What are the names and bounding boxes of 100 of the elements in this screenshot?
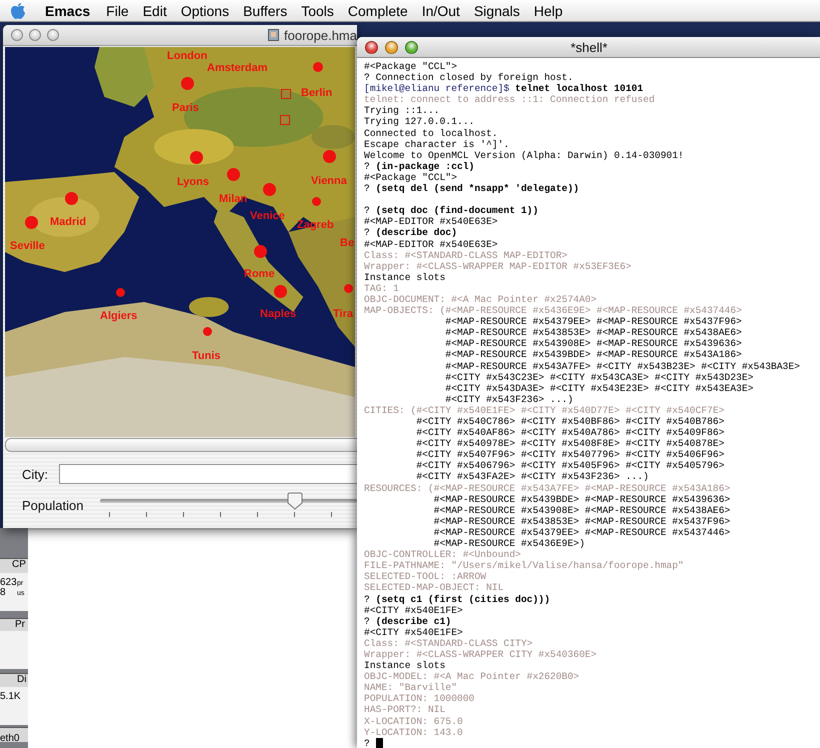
command-text: (in-package :ccl) <box>376 160 474 172</box>
city-label: London <box>167 50 208 62</box>
repl-prompt: ? <box>364 183 370 194</box>
output-line: OBJC-MODEL: #<A Mac Pointer #x2620B0> <box>364 671 580 682</box>
field-label: City: <box>22 466 48 482</box>
slot-value: #<MAP-RESOURCE #x543853E> #<MAP-RESOURCE #x5438AE6> <box>444 327 743 338</box>
slot-value: #<MAP-RESOURCE #x54379EE> #<MAP-RESOURCE #x5437446> <box>432 526 732 538</box>
city-label: Tira <box>333 308 353 320</box>
repl-prompt: ? <box>364 616 370 627</box>
slot-value: #<MAP-RESOURCE #x5439BDE> #<MAP-RESOURCE #x543A186> <box>444 349 743 361</box>
city-label: Algiers <box>100 310 138 322</box>
slot-value: #<CITY #x543FA2E> #<CITY #x543F236> ...) <box>415 471 650 483</box>
menu-item[interactable]: Complete <box>340 2 415 18</box>
slot-name: RESOURCES: <box>364 482 422 494</box>
slot-value: (#<MAP-RESOURCE #x5436E9E> #<MAP-RESOURCE #x5437446> <box>440 305 742 316</box>
slot-value: #<CITY #x5407F96> #<CITY #x5407796> #<CITY #x5406F96> <box>415 449 726 460</box>
city-label: Amsterdam <box>207 62 268 74</box>
close-button[interactable] <box>365 40 378 54</box>
slot-name: MAP-OBJECTS: <box>364 305 434 316</box>
output-line: Connected to localhost. <box>364 128 499 139</box>
document-icon <box>268 29 279 41</box>
shell-prompt: [mikel@elianu reference]$ <box>364 83 510 94</box>
menu-item[interactable]: File <box>99 2 136 18</box>
monitor-label: Pr <box>15 619 25 630</box>
slot-value: (#<CITY #x540E1FE> #<CITY #x540D77E> #<CITY #x540CF7E> <box>410 404 724 416</box>
output-line: #<MAP-EDITOR #x540E63E> <box>364 216 499 228</box>
slider-label: Population <box>22 498 84 512</box>
city-label: Madrid <box>50 216 86 228</box>
window-title: *shell* <box>570 40 608 54</box>
population-slider[interactable] <box>100 492 357 518</box>
command-text: (setq c1 (first (cities doc))) <box>376 594 550 604</box>
output-line: X-LOCATION: 675.0 <box>364 716 464 727</box>
output-line: FILE-PATHNAME: "/Users/mikel/Valise/hansa/foorope.hmap" <box>364 560 685 572</box>
menu-item[interactable]: Edit <box>136 2 174 18</box>
menu-item[interactable]: Help <box>526 2 570 18</box>
output-line: NAME: "Barville" <box>364 682 458 694</box>
city-input-field[interactable] <box>59 464 357 484</box>
output-line: telnet: connect to address ::1: Connection refused <box>364 94 656 106</box>
app-menu[interactable]: Emacs <box>38 2 100 18</box>
slot-name: CITIES: <box>364 404 405 416</box>
output-line: Instance slots <box>364 660 446 672</box>
output-line: Instance slots <box>364 272 446 283</box>
output-line: #<Package "CCL"> <box>364 61 458 72</box>
zoom-button[interactable] <box>405 40 418 54</box>
slot-value: #<CITY #x540978E> #<CITY #x5408F8E> #<CITY #x540878E> <box>415 438 726 450</box>
slot-value: #<MAP-RESOURCE #x543853E> #<MAP-RESOURCE #x5437F96> <box>432 516 732 527</box>
minimize-button[interactable] <box>385 40 398 54</box>
output-line: Wrapper: #<CLASS-WRAPPER MAP-EDITOR #x53EF3E6> <box>364 260 632 272</box>
repl-prompt: ? <box>364 738 370 748</box>
minimize-button[interactable] <box>29 29 41 41</box>
slot-value: #<CITY #x543C23E> #<CITY #x543CA3E> #<CITY #x543D23E> <box>444 372 754 383</box>
output-line: SELECTED-MAP-OBJECT: NIL <box>364 582 505 594</box>
city-label: Lyons <box>177 176 209 188</box>
repl-prompt: ? <box>364 594 370 604</box>
output-line: #<CITY #x540E1FE> <box>364 604 464 616</box>
monitor-label: CP <box>12 559 26 570</box>
slot-value: #<CITY #x540C786> #<CITY #x540BF86> #<CITY #x540B786> <box>415 416 726 428</box>
slider-thumb[interactable] <box>287 492 304 510</box>
command-text: telnet localhost 10101 <box>515 83 644 94</box>
slot-value: #<CITY #x543DA3E> #<CITY #x543E23E> #<CITY #x543EA3E> <box>444 382 754 394</box>
resource-marker <box>280 115 290 125</box>
command-text: (describe doc) <box>376 227 458 238</box>
menu-item[interactable]: Buffers <box>236 2 294 18</box>
slot-value: #<MAP-RESOURCE #x543908E> #<MAP-RESOURCE #x5438AE6> <box>432 504 732 516</box>
output-line: #<MAP-EDITOR #x540E63E> <box>364 238 499 250</box>
output-line: POPULATION: 1000000 <box>364 693 476 704</box>
output-line: Welcome to OpenMCL Version (Alpha: Darwin) 0.14-030901! <box>364 150 685 161</box>
slot-value: #<MAP-RESOURCE #x543A7FE> #<CITY #x543B23E> #<CITY #x543BA3E> <box>444 360 801 372</box>
slot-value: (#<MAP-RESOURCE #x543A7FE> #<MAP-RESOURCE #x543A186> <box>428 482 730 494</box>
repl-prompt: ? <box>364 160 370 172</box>
city-label: Seville <box>10 240 45 252</box>
slot-value: #<MAP-RESOURCE #x5436E9E>) <box>432 538 586 550</box>
repl-prompt: ? <box>364 205 370 216</box>
monitor-label: 623 <box>0 577 17 588</box>
menu-item[interactable]: In/Out <box>414 2 467 18</box>
resource-marker <box>281 89 291 99</box>
output-line: Trying ::1... <box>364 105 441 116</box>
output-line: #<Package "CCL"> <box>364 172 458 184</box>
command-text: (setq doc (find-document 1)) <box>376 205 538 216</box>
menu-item[interactable]: Tools <box>294 2 341 18</box>
output-line: HAS-PORT?: NIL <box>364 704 446 716</box>
slot-value: #<MAP-RESOURCE #x54379EE> #<MAP-RESOURCE #x5437F96> <box>444 316 743 328</box>
window-title: foorope.hma <box>284 28 357 42</box>
apple-icon[interactable] <box>10 2 26 20</box>
output-line: Class: #<STANDARD-CLASS CITY> <box>364 638 534 649</box>
command-text: (describe c1) <box>376 616 452 627</box>
slot-value: #<CITY #x5406796> #<CITY #x5405F96> #<CITY #x5405796> <box>415 460 726 472</box>
output-line: Escape character is '^]'. <box>364 138 510 150</box>
zoom-button[interactable] <box>47 29 59 41</box>
close-button[interactable] <box>11 29 23 41</box>
output-line: OBJC-DOCUMENT: #<A Mac Pointer #x2574A0> <box>364 294 598 306</box>
menu-item[interactable]: Options <box>174 2 236 18</box>
output-line: Trying 127.0.0.1... <box>364 116 476 128</box>
output-line: Class: #<STANDARD-CLASS MAP-EDITOR> <box>364 250 568 261</box>
horizontal-scrollbar[interactable] <box>5 438 357 452</box>
command-text: (setq del (send *nsapp* 'delegate)) <box>376 183 580 194</box>
menu-item[interactable]: Signals <box>466 2 527 18</box>
city-label: Vienna <box>311 175 347 187</box>
output-line: SELECTED-TOOL: :ARROW <box>364 571 488 582</box>
monitor-label: Di <box>17 674 26 685</box>
